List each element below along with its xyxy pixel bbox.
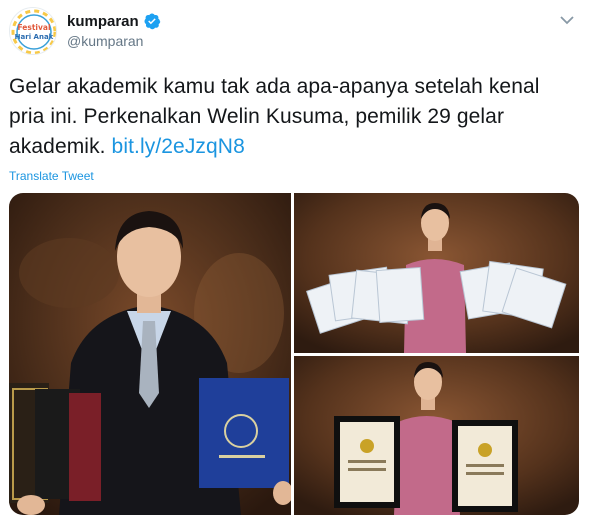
avatar[interactable]: Festival Hari Anak: [9, 7, 57, 55]
festival-hari-anak-logo: Festival Hari Anak: [10, 8, 56, 54]
tweet-text: Gelar akademik kamu tak ada apa-apanya s…: [9, 72, 579, 162]
photo-main[interactable]: [9, 193, 291, 515]
photo-certificates[interactable]: [294, 193, 579, 353]
verified-badge-icon: [144, 13, 160, 30]
translate-tweet-link[interactable]: Translate Tweet: [9, 169, 94, 183]
tweet-link[interactable]: bit.ly/2eJzqN8: [112, 135, 245, 158]
tweet-card: Festival Hari Anak kumparan @kumparan Ge…: [0, 0, 591, 522]
display-name[interactable]: kumparan: [67, 13, 139, 30]
svg-text:Festival: Festival: [17, 23, 50, 32]
chevron-down-icon[interactable]: [559, 14, 575, 26]
svg-text:Hari Anak: Hari Anak: [15, 33, 54, 41]
media-grid: [9, 193, 579, 515]
photo-record-frames[interactable]: [294, 356, 579, 515]
tweet-body: Gelar akademik kamu tak ada apa-apanya s…: [9, 75, 540, 158]
handle[interactable]: @kumparan: [67, 33, 143, 49]
name-row: kumparan: [67, 12, 161, 30]
